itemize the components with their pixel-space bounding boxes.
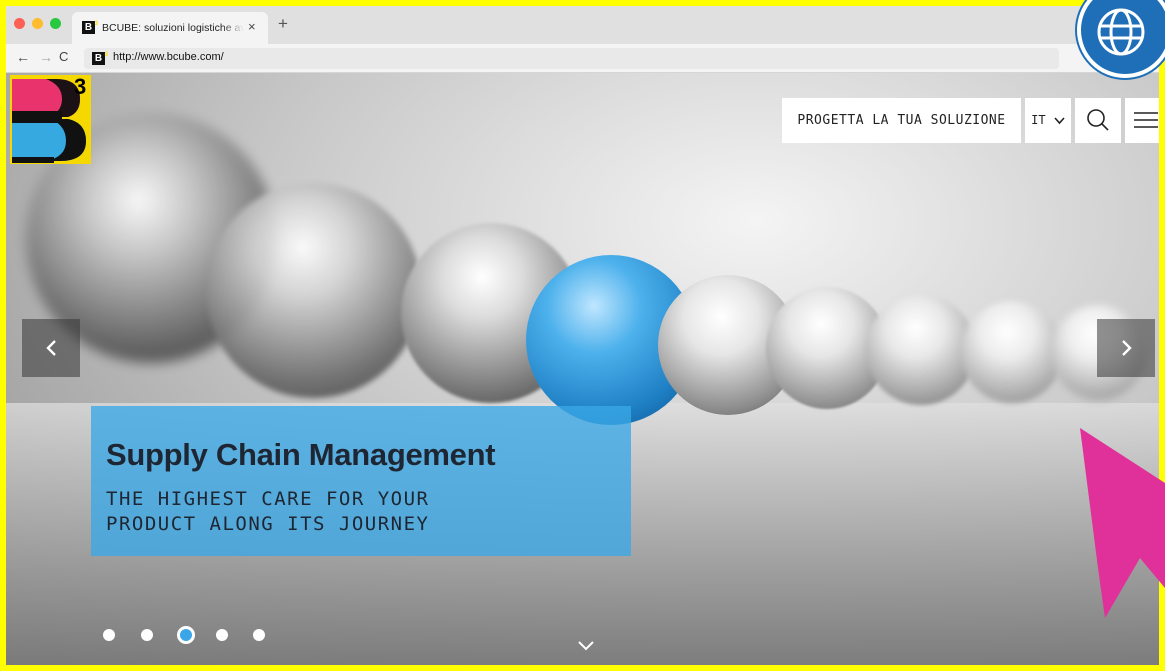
tab-close-icon[interactable]: × — [248, 19, 256, 34]
new-tab-button[interactable]: + — [278, 15, 288, 32]
reload-button[interactable]: C — [59, 48, 68, 66]
slide-dot-4[interactable] — [216, 629, 228, 641]
slide-dot-1[interactable] — [103, 629, 115, 641]
search-button[interactable] — [1075, 98, 1121, 143]
tab-bar: B3 BCUBE: soluzioni logistiche avanzate … — [6, 6, 1159, 44]
slider-next-button[interactable] — [1097, 319, 1155, 377]
slide-dot-3[interactable] — [177, 626, 195, 644]
chevron-left-icon — [46, 340, 56, 356]
pointer-arrow-icon — [1080, 428, 1165, 618]
design-solution-button[interactable]: PROGETTA LA TUA SOLUZIONE — [782, 98, 1021, 143]
browser-toolbar: ← → C B3 http://www.bcube.com/ — [6, 44, 1159, 73]
language-label: IT — [1031, 113, 1046, 127]
url-text[interactable]: http://www.bcube.com/ — [113, 51, 224, 63]
favicon: B3 — [82, 21, 98, 34]
search-icon — [1087, 109, 1109, 131]
browser-window: B3 BCUBE: soluzioni logistiche avanzate … — [6, 6, 1159, 665]
scroll-down-button[interactable] — [577, 636, 595, 657]
back-button[interactable]: ← — [16, 48, 30, 66]
slider-prev-button[interactable] — [22, 319, 80, 377]
chevron-down-icon — [578, 641, 594, 651]
slide-dot-2[interactable] — [141, 629, 153, 641]
minimize-window-button[interactable] — [32, 18, 43, 29]
browser-tab[interactable]: B3 BCUBE: soluzioni logistiche avanzate … — [72, 12, 268, 44]
site-logo[interactable]: 3 — [10, 75, 91, 164]
sphere — [206, 183, 421, 398]
sphere — [961, 301, 1063, 403]
slide-caption[interactable]: Supply Chain Management THE HIGHEST CARE… — [91, 406, 631, 556]
hamburger-menu-icon — [1134, 112, 1158, 128]
menu-button[interactable] — [1125, 98, 1159, 143]
forward-button[interactable]: → — [39, 48, 53, 66]
language-selector[interactable]: IT — [1025, 98, 1071, 143]
site-favicon: B3 — [92, 52, 108, 65]
chevron-down-icon — [1054, 116, 1065, 124]
tab-title: BCUBE: soluzioni logistiche avanzate — [102, 20, 244, 36]
globe-icon — [1097, 8, 1145, 56]
slide-title: Supply Chain Management — [106, 437, 496, 472]
slide-subtitle: THE HIGHEST CARE FOR YOUR PRODUCT ALONG … — [106, 488, 430, 535]
chevron-right-icon — [1122, 340, 1132, 356]
logo-superscript: 3 — [74, 74, 87, 99]
hero-slider: 3 PROGETTA LA TUA SOLUZIONE IT Supply Ch… — [6, 73, 1159, 665]
address-bar[interactable]: B3 http://www.bcube.com/ — [84, 48, 1059, 69]
globe-badge-icon — [1077, 0, 1165, 78]
slide-dot-5[interactable] — [253, 629, 265, 641]
close-window-button[interactable] — [14, 18, 25, 29]
maximize-window-button[interactable] — [50, 18, 61, 29]
sphere — [866, 295, 976, 405]
